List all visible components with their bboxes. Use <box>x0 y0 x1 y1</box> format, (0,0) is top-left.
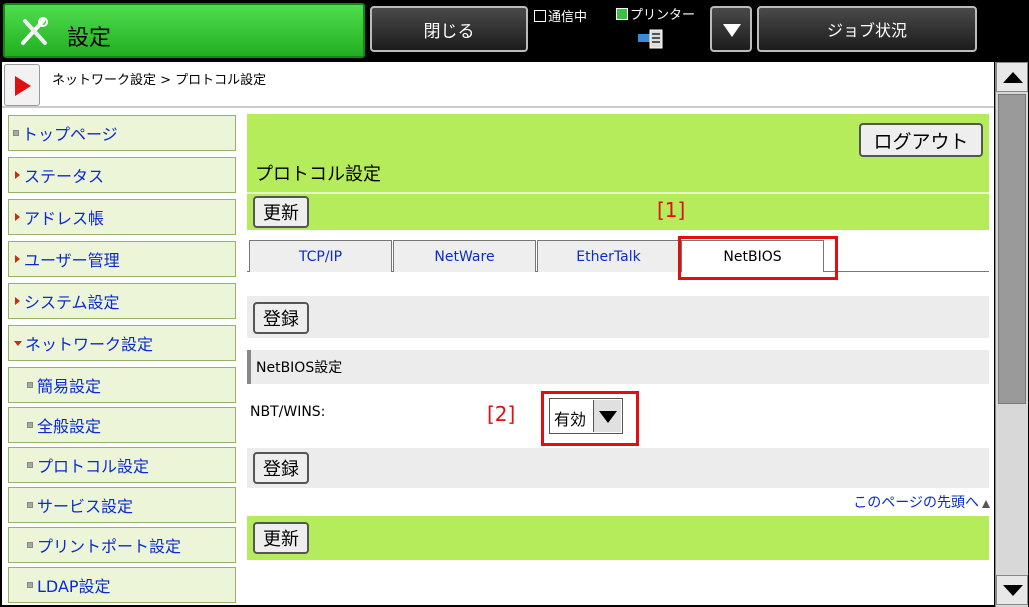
sidebar-item-label: サービス設定 <box>37 497 134 516</box>
bullet-icon <box>27 422 33 428</box>
chevron-down-icon <box>599 411 617 423</box>
update-button-top[interactable]: 更新 <box>253 196 309 228</box>
arrow-right-icon <box>15 297 20 305</box>
sidebar-item-print-port-settings[interactable]: プリントポート設定 <box>8 527 236 563</box>
dropdown-button[interactable] <box>710 6 752 52</box>
sidebar-item-status[interactable]: ステータス <box>8 157 236 193</box>
select-value: 有効 <box>554 410 587 429</box>
divider <box>247 192 989 194</box>
arrow-down-icon <box>14 340 22 346</box>
printer-label: プリンター <box>630 8 696 23</box>
bullet-icon <box>27 502 33 508</box>
sidebar-item-protocol-settings[interactable]: プロトコル設定 <box>8 447 236 483</box>
sidebar-item-system-settings[interactable]: システム設定 <box>8 283 236 319</box>
sidebar-item-label: トップページ <box>22 125 118 144</box>
update-button-bottom[interactable]: 更新 <box>253 522 309 554</box>
sidebar-item-label: プロトコル設定 <box>37 457 150 476</box>
arrow-right-icon <box>15 171 20 179</box>
top-bar: 設定 閉じる 通信中 プリンター ジョブ状況 <box>0 0 1029 60</box>
page-header: ログアウト プロトコル設定 更新 [1] <box>247 114 989 230</box>
sidebar-item-label: アドレス帳 <box>24 209 105 228</box>
tab-ethertalk[interactable]: EtherTalk <box>537 240 680 272</box>
bullet-icon <box>27 582 33 588</box>
sidebar-item-label: プリントポート設定 <box>37 537 182 556</box>
tools-icon <box>21 17 48 45</box>
highlight-box-1 <box>678 236 838 280</box>
sidebar-item-ldap-settings[interactable]: LDAP設定 <box>8 567 236 603</box>
settings-label: 設定 <box>67 26 112 51</box>
close-button[interactable]: 閉じる <box>370 6 528 52</box>
triangle-up-icon <box>1003 72 1023 83</box>
triangle-down-icon <box>1003 585 1023 596</box>
job-status-button[interactable]: ジョブ状況 <box>757 6 977 52</box>
arrow-right-icon <box>15 213 20 221</box>
screen: 設定 閉じる 通信中 プリンター ジョブ状況 ネットワーク設定 > プロトコル設… <box>0 0 1029 607</box>
scrollbar[interactable] <box>995 62 1028 607</box>
page-top-link-label: このページの先頭へ <box>853 495 979 511</box>
sidebar-item-service-settings[interactable]: サービス設定 <box>8 487 236 523</box>
nbt-wins-select[interactable]: 有効 <box>549 398 623 434</box>
comm-status: 通信中 <box>534 6 587 25</box>
printer-status: プリンター <box>616 4 695 23</box>
settings-tab[interactable]: 設定 <box>3 3 365 58</box>
sidebar-item-general-settings[interactable]: 全般設定 <box>8 407 236 443</box>
play-arrow-icon <box>15 76 31 96</box>
register-button-bottom[interactable]: 登録 <box>253 452 309 484</box>
chevron-down-icon <box>723 24 741 37</box>
content-frame: ネットワーク設定 > プロトコル設定 トップページ ステータス アドレス帳 ユー… <box>2 62 994 605</box>
register-bar-top: 登録 <box>247 296 989 338</box>
bullet-icon <box>27 462 33 468</box>
arrow-right-icon <box>15 255 20 263</box>
tab-tcp-ip[interactable]: TCP/IP <box>249 240 392 272</box>
annotation-marker-2: [2] <box>487 402 516 426</box>
scroll-thumb[interactable] <box>998 94 1026 404</box>
sidebar-item-address-book[interactable]: アドレス帳 <box>8 199 236 235</box>
bullet-icon <box>13 130 19 136</box>
sidebar-item-label: ネットワーク設定 <box>25 335 154 354</box>
main-content: ログアウト プロトコル設定 更新 [1] TCP/IP NetWare Ethe… <box>247 112 992 605</box>
scroll-up-button[interactable] <box>996 62 1028 92</box>
sidebar-item-label: LDAP設定 <box>37 577 111 596</box>
sidebar-item-label: 簡易設定 <box>37 377 102 396</box>
page-footer: 更新 <box>247 516 989 560</box>
sidebar-item-label: ユーザー管理 <box>24 251 120 270</box>
sidebar-item-label: ステータス <box>24 167 105 186</box>
breadcrumb: ネットワーク設定 > プロトコル設定 <box>52 73 267 88</box>
sidebar: トップページ ステータス アドレス帳 ユーザー管理 システム設定 ネットワーク設… <box>2 112 242 605</box>
register-button-top[interactable]: 登録 <box>253 302 309 334</box>
breadcrumb-toggle-button[interactable] <box>4 64 40 106</box>
select-arrow[interactable] <box>593 400 621 432</box>
scroll-down-button[interactable] <box>996 575 1028 605</box>
register-bar-bottom: 登録 <box>247 448 989 488</box>
printer-icon <box>638 29 663 49</box>
breadcrumb-bar: ネットワーク設定 > プロトコル設定 <box>2 62 994 108</box>
sidebar-item-network-settings[interactable]: ネットワーク設定 <box>8 325 236 361</box>
comm-label: 通信中 <box>548 10 588 25</box>
sidebar-item-label: 全般設定 <box>37 417 102 436</box>
page-top-link[interactable]: このページの先頭へ <box>853 492 990 512</box>
printer-status-icon <box>616 7 628 20</box>
tab-netware[interactable]: NetWare <box>393 240 536 272</box>
sidebar-item-user-management[interactable]: ユーザー管理 <box>8 241 236 277</box>
logout-button[interactable]: ログアウト <box>859 123 983 157</box>
bullet-icon <box>27 542 33 548</box>
sidebar-item-top-page[interactable]: トップページ <box>8 115 236 151</box>
sidebar-item-easy-settings[interactable]: 簡易設定 <box>8 367 236 403</box>
triangle-up-icon <box>982 500 990 508</box>
page-title: プロトコル設定 <box>255 164 381 185</box>
comm-checkbox-icon <box>534 9 546 22</box>
sidebar-item-label: システム設定 <box>24 293 120 312</box>
nbt-wins-label: NBT/WINS: <box>250 404 326 420</box>
bullet-icon <box>27 382 33 388</box>
status-area: 通信中 プリンター <box>532 2 707 57</box>
section-header: NetBIOS設定 <box>247 350 989 384</box>
protocol-tabs: TCP/IP NetWare EtherTalk NetBIOS <box>247 240 989 272</box>
annotation-marker-1: [1] <box>657 198 686 222</box>
